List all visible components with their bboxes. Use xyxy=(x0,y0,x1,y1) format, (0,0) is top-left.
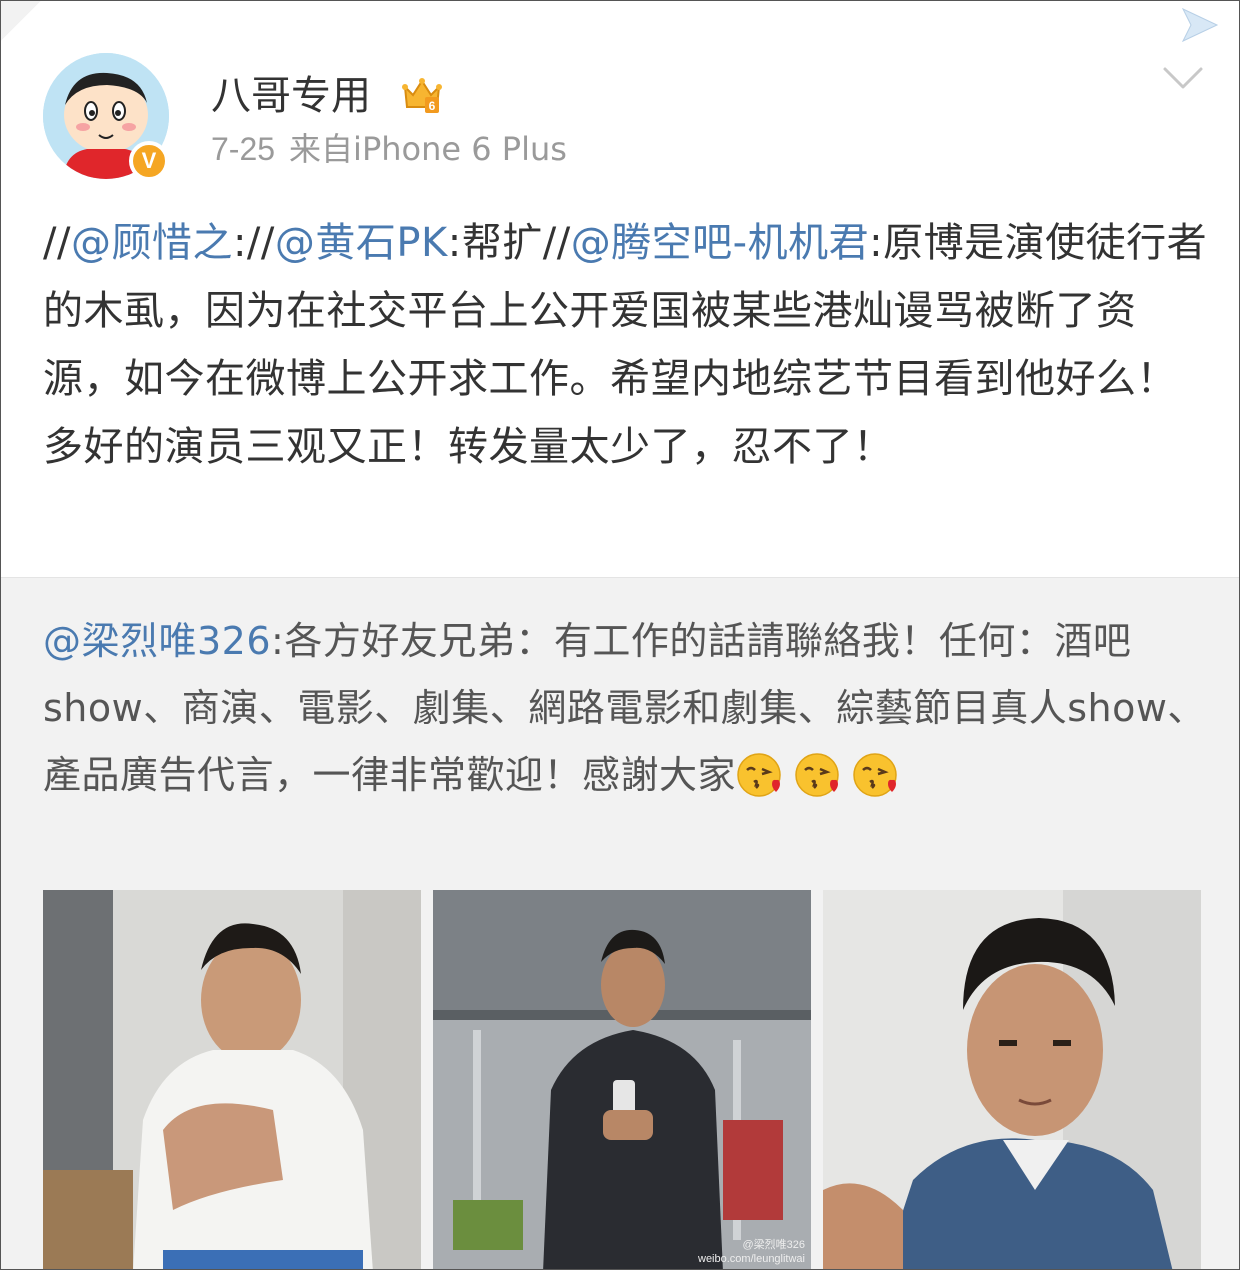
post-date: 7-25 xyxy=(211,131,276,167)
post-text-segment: :帮扩// xyxy=(447,220,571,266)
emoji-row xyxy=(736,753,910,797)
kiss-emoji xyxy=(737,753,781,797)
photo-2[interactable]: @梁烈唯326 weibo.com/leunglitwai xyxy=(433,890,811,1269)
photo-3[interactable] xyxy=(823,890,1201,1269)
page-corner-decoration xyxy=(1,1,41,41)
photo-3-image xyxy=(823,890,1201,1269)
vip-crown-icon[interactable]: 6 xyxy=(399,73,445,119)
photo-2-image xyxy=(433,890,811,1269)
user-mention[interactable]: @顾惜之 xyxy=(71,220,233,266)
user-mention[interactable]: @腾空吧-机机君 xyxy=(571,220,869,266)
post-text: //@顾惜之://@黄石PK:帮扩//@腾空吧-机机君:原博是演使徒行者的木虱，… xyxy=(43,209,1213,481)
chevron-down-icon[interactable] xyxy=(1161,63,1205,93)
verified-badge-icon: V xyxy=(129,141,169,181)
kiss-emoji xyxy=(853,753,897,797)
post-text-segment: :// xyxy=(232,220,275,266)
photo-1-image xyxy=(43,890,421,1269)
post-meta: 7-25 来自iPhone 6 Plus xyxy=(211,127,567,171)
svg-text:6: 6 xyxy=(429,99,436,113)
kiss-emoji xyxy=(795,753,839,797)
weibo-post-card: V 八哥专用 6 7-25 来自iPhone 6 Plus //@顾惜之://@黄… xyxy=(0,0,1240,1270)
user-mention[interactable]: @黄石PK xyxy=(275,220,448,266)
repost-author-mention[interactable]: @梁烈唯326 xyxy=(43,619,271,663)
post-text-segment: // xyxy=(43,220,71,266)
send-icon xyxy=(1181,7,1219,43)
photo-grid: @梁烈唯326 weibo.com/leunglitwai xyxy=(43,890,1203,1269)
post-source: 来自iPhone 6 Plus xyxy=(289,130,567,168)
repost-text: @梁烈唯326:各方好友兄弟：有工作的話請聯絡我！任何：酒吧show、商演、電影… xyxy=(43,608,1213,809)
username[interactable]: 八哥专用 xyxy=(211,69,371,123)
reposted-content[interactable]: @梁烈唯326:各方好友兄弟：有工作的話請聯絡我！任何：酒吧show、商演、電影… xyxy=(1,577,1239,1269)
photo-1[interactable] xyxy=(43,890,421,1269)
photo-watermark: @梁烈唯326 weibo.com/leunglitwai xyxy=(698,1239,805,1265)
